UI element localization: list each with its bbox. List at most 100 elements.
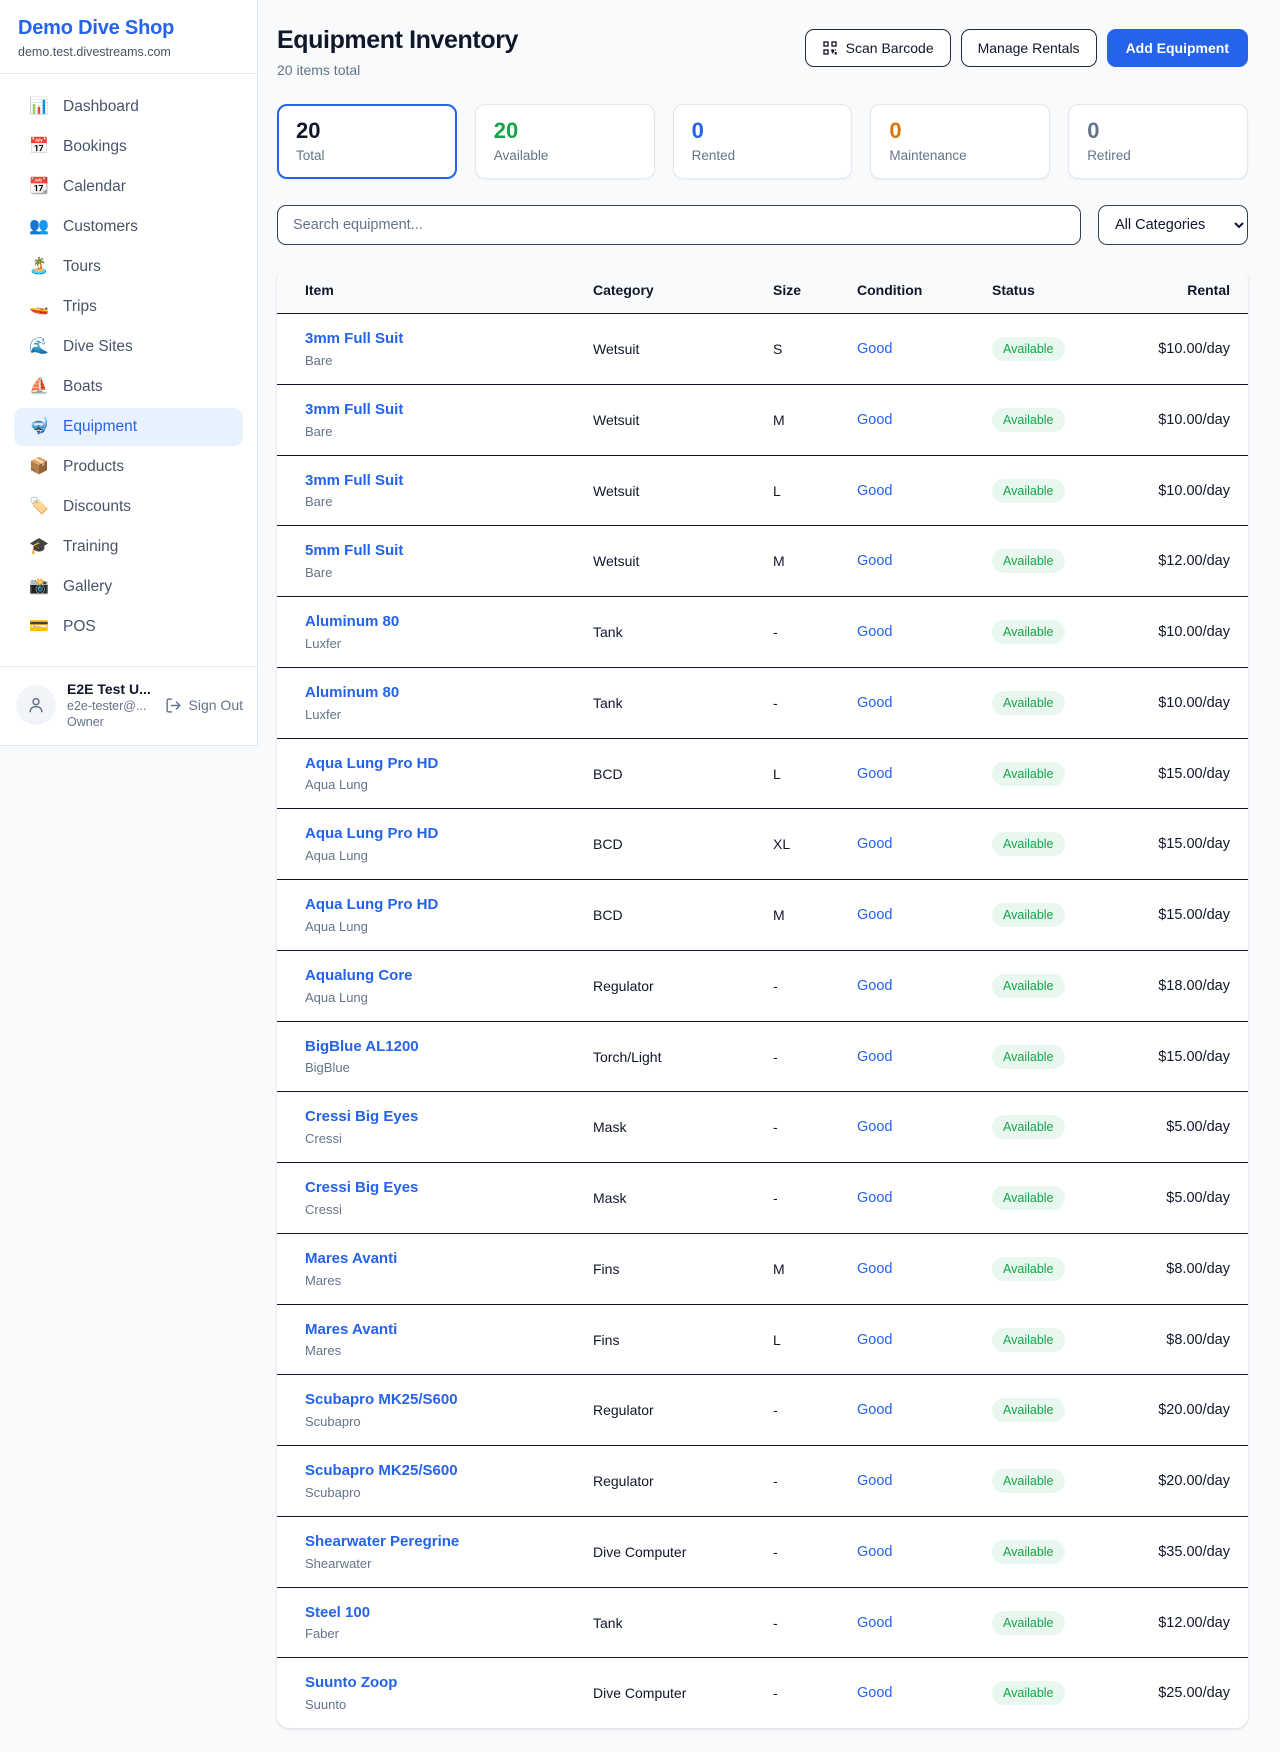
table-row[interactable]: Suunto ZoopSuuntoDive Computer-GoodAvail… xyxy=(277,1658,1248,1728)
condition-link[interactable]: Good xyxy=(857,624,892,640)
stat-card-retired[interactable]: 0Retired xyxy=(1068,104,1248,179)
cell-rental: $35.00/day xyxy=(1124,1516,1248,1587)
table-row[interactable]: Mares AvantiMaresFinsMGoodAvailable$8.00… xyxy=(277,1233,1248,1304)
stat-card-total[interactable]: 20Total xyxy=(277,104,457,179)
condition-link[interactable]: Good xyxy=(857,1332,892,1348)
table-row[interactable]: Aluminum 80LuxferTank-GoodAvailable$10.0… xyxy=(277,597,1248,668)
category-select[interactable]: All Categories xyxy=(1098,205,1248,245)
sidebar-item-pos[interactable]: 💳POS xyxy=(14,608,243,646)
search-input[interactable] xyxy=(277,205,1081,245)
condition-link[interactable]: Good xyxy=(857,1190,892,1206)
stat-card-rented[interactable]: 0Rented xyxy=(673,104,853,179)
table-row[interactable]: BigBlue AL1200BigBlueTorch/Light-GoodAva… xyxy=(277,1021,1248,1092)
sidebar-item-boats[interactable]: ⛵Boats xyxy=(14,368,243,406)
table-row[interactable]: Aluminum 80LuxferTank-GoodAvailable$10.0… xyxy=(277,667,1248,738)
add-equipment-button[interactable]: Add Equipment xyxy=(1107,29,1248,67)
condition-link[interactable]: Good xyxy=(857,1685,892,1701)
stat-card-maintenance[interactable]: 0Maintenance xyxy=(870,104,1050,179)
stat-value: 0 xyxy=(889,119,1031,143)
table-row[interactable]: Shearwater PeregrineShearwaterDive Compu… xyxy=(277,1516,1248,1587)
sidebar-item-discounts[interactable]: 🏷️Discounts xyxy=(14,488,243,526)
condition-link[interactable]: Good xyxy=(857,1615,892,1631)
table-row[interactable]: Steel 100FaberTank-GoodAvailable$12.00/d… xyxy=(277,1587,1248,1658)
manage-rentals-button[interactable]: Manage Rentals xyxy=(961,29,1097,67)
page-header: Equipment Inventory 20 items total Scan … xyxy=(277,26,1248,78)
item-name-link[interactable]: Aluminum 80 xyxy=(305,613,577,632)
item-name-link[interactable]: BigBlue AL1200 xyxy=(305,1038,577,1057)
condition-link[interactable]: Good xyxy=(857,1473,892,1489)
condition-link[interactable]: Good xyxy=(857,907,892,923)
filters-row: All Categories xyxy=(277,205,1248,245)
cell-status: Available xyxy=(984,950,1124,1021)
item-name-link[interactable]: Cressi Big Eyes xyxy=(305,1179,577,1198)
table-row[interactable]: Cressi Big EyesCressiMask-GoodAvailable$… xyxy=(277,1163,1248,1234)
condition-link[interactable]: Good xyxy=(857,1119,892,1135)
table-row[interactable]: Cressi Big EyesCressiMask-GoodAvailable$… xyxy=(277,1092,1248,1163)
table-row[interactable]: Scubapro MK25/S600ScubaproRegulator-Good… xyxy=(277,1446,1248,1517)
shop-name[interactable]: Demo Dive Shop xyxy=(18,17,239,40)
item-name-link[interactable]: Steel 100 xyxy=(305,1604,577,1623)
item-name-link[interactable]: Aluminum 80 xyxy=(305,684,577,703)
table-row[interactable]: Mares AvantiMaresFinsLGoodAvailable$8.00… xyxy=(277,1304,1248,1375)
sidebar-item-calendar[interactable]: 📆Calendar xyxy=(14,168,243,206)
item-name-link[interactable]: Suunto Zoop xyxy=(305,1674,577,1693)
sidebar-item-gallery[interactable]: 📸Gallery xyxy=(14,568,243,606)
scan-barcode-button[interactable]: Scan Barcode xyxy=(805,29,951,67)
item-name-link[interactable]: Mares Avanti xyxy=(305,1321,577,1340)
table-row[interactable]: 3mm Full SuitBareWetsuitLGoodAvailable$1… xyxy=(277,455,1248,526)
condition-link[interactable]: Good xyxy=(857,695,892,711)
condition-link[interactable]: Good xyxy=(857,412,892,428)
item-name-link[interactable]: Cressi Big Eyes xyxy=(305,1108,577,1127)
table-row[interactable]: 5mm Full SuitBareWetsuitMGoodAvailable$1… xyxy=(277,526,1248,597)
item-name-link[interactable]: Aqua Lung Pro HD xyxy=(305,755,577,774)
cell-rental: $8.00/day xyxy=(1124,1304,1248,1375)
condition-link[interactable]: Good xyxy=(857,1544,892,1560)
cell-size: XL xyxy=(765,809,849,880)
table-row[interactable]: Aqua Lung Pro HDAqua LungBCDLGoodAvailab… xyxy=(277,738,1248,809)
sidebar-item-equipment[interactable]: 🤿Equipment xyxy=(14,408,243,446)
table-row[interactable]: Aqua Lung Pro HDAqua LungBCDXLGoodAvaila… xyxy=(277,809,1248,880)
condition-link[interactable]: Good xyxy=(857,978,892,994)
sidebar-item-dashboard[interactable]: 📊Dashboard xyxy=(14,88,243,126)
sidebar-item-trips[interactable]: 🚤Trips xyxy=(14,288,243,326)
condition-link[interactable]: Good xyxy=(857,766,892,782)
sidebar-item-customers[interactable]: 👥Customers xyxy=(14,208,243,246)
table-row[interactable]: Scubapro MK25/S600ScubaproRegulator-Good… xyxy=(277,1375,1248,1446)
sidebar-item-products[interactable]: 📦Products xyxy=(14,448,243,486)
item-name-link[interactable]: Scubapro MK25/S600 xyxy=(305,1391,577,1410)
sidebar-item-training[interactable]: 🎓Training xyxy=(14,528,243,566)
condition-link[interactable]: Good xyxy=(857,1402,892,1418)
header-actions: Scan Barcode Manage Rentals Add Equipmen… xyxy=(805,29,1248,67)
cell-category: Wetsuit xyxy=(585,455,765,526)
item-brand: Bare xyxy=(305,353,577,368)
stat-card-available[interactable]: 20Available xyxy=(475,104,655,179)
condition-link[interactable]: Good xyxy=(857,553,892,569)
item-name-link[interactable]: 5mm Full Suit xyxy=(305,542,577,561)
condition-link[interactable]: Good xyxy=(857,1261,892,1277)
item-name-link[interactable]: Shearwater Peregrine xyxy=(305,1533,577,1552)
item-name-link[interactable]: Scubapro MK25/S600 xyxy=(305,1462,577,1481)
table-row[interactable]: 3mm Full SuitBareWetsuitSGoodAvailable$1… xyxy=(277,314,1248,385)
sidebar-item-tours[interactable]: 🏝️Tours xyxy=(14,248,243,286)
condition-link[interactable]: Good xyxy=(857,1049,892,1065)
sidebar-item-label: Bookings xyxy=(63,138,127,156)
condition-link[interactable]: Good xyxy=(857,483,892,499)
condition-link[interactable]: Good xyxy=(857,836,892,852)
sign-out-button[interactable]: Sign Out xyxy=(165,697,243,714)
item-name-link[interactable]: 3mm Full Suit xyxy=(305,401,577,420)
item-name-link[interactable]: Mares Avanti xyxy=(305,1250,577,1269)
table-row[interactable]: Aqua Lung Pro HDAqua LungBCDMGoodAvailab… xyxy=(277,880,1248,951)
item-name-link[interactable]: Aqua Lung Pro HD xyxy=(305,825,577,844)
table-row[interactable]: Aqualung CoreAqua LungRegulator-GoodAvai… xyxy=(277,950,1248,1021)
condition-link[interactable]: Good xyxy=(857,341,892,357)
table-row[interactable]: 3mm Full SuitBareWetsuitMGoodAvailable$1… xyxy=(277,384,1248,455)
item-name-link[interactable]: 3mm Full Suit xyxy=(305,330,577,349)
sidebar-item-dive-sites[interactable]: 🌊Dive Sites xyxy=(14,328,243,366)
sidebar-item-bookings[interactable]: 📅Bookings xyxy=(14,128,243,166)
item-name-link[interactable]: Aqualung Core xyxy=(305,967,577,986)
cell-status: Available xyxy=(984,1021,1124,1092)
item-name-link[interactable]: Aqua Lung Pro HD xyxy=(305,896,577,915)
cell-category: Tank xyxy=(585,1587,765,1658)
item-name-link[interactable]: 3mm Full Suit xyxy=(305,472,577,491)
cell-status: Available xyxy=(984,597,1124,668)
